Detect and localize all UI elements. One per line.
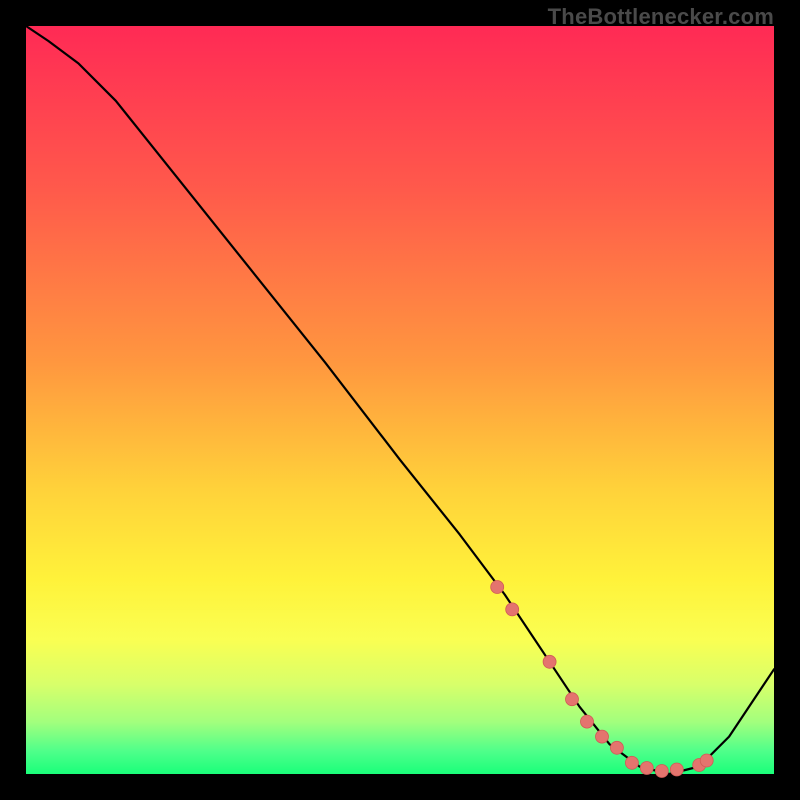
highlight-marker — [506, 603, 519, 616]
highlight-marker — [543, 655, 556, 668]
chart-overlay — [26, 26, 774, 774]
highlight-marker — [625, 756, 638, 769]
highlight-marker — [596, 730, 609, 743]
chart-frame: TheBottlenecker.com — [0, 0, 800, 800]
highlight-marker — [640, 762, 653, 775]
highlight-marker — [655, 765, 668, 778]
highlight-marker — [700, 754, 713, 767]
bottleneck-curve — [26, 26, 774, 774]
highlight-marker — [566, 693, 579, 706]
highlight-marker — [581, 715, 594, 728]
highlight-marker — [670, 763, 683, 776]
highlight-marker — [491, 581, 504, 594]
highlight-marker — [610, 741, 623, 754]
